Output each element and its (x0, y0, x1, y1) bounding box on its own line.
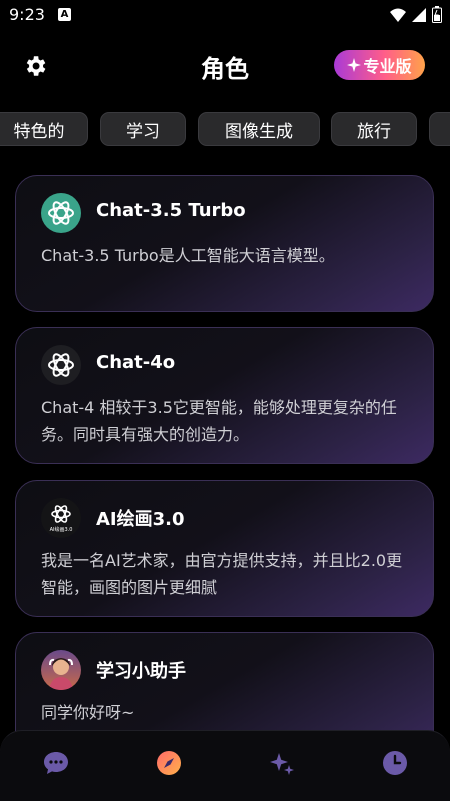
ai-painting-icon: AI绘画3.0 (41, 498, 81, 538)
openai-green-icon (41, 193, 81, 233)
status-time: 9:23 (9, 5, 45, 24)
tab-more[interactable] (429, 112, 450, 146)
ai-painting-icon-text: AI绘画3.0 (50, 526, 73, 533)
card-description: 同学你好呀~ (41, 703, 135, 722)
card-description: Chat-4 相较于3.5它更智能，能够处理更复杂的任务。同时具有强大的创造力。 (41, 398, 397, 444)
card-title: 学习小助手 (96, 661, 186, 682)
pro-button[interactable]: 专业版 (334, 50, 425, 80)
tab-image-generation[interactable]: 图像生成 (198, 112, 320, 146)
sparkles-icon[interactable] (268, 749, 296, 777)
card-title: Chat-3.5 Turbo (96, 200, 246, 221)
card-description: 我是一名AI艺术家，由官方提供支持，并且比2.0更智能，画图的图片更细腻 (41, 551, 403, 597)
wifi-icon (390, 8, 406, 22)
notification-icon: A (58, 8, 71, 21)
category-tabs: 特色的 学习 图像生成 旅行 (0, 112, 450, 148)
role-card-chat35[interactable]: Chat-3.5 Turbo Chat-3.5 Turbo是人工智能大语言模型。 (15, 175, 434, 312)
signal-icon (412, 7, 426, 22)
clock-icon[interactable] (381, 749, 409, 777)
status-bar: 9:23 A (0, 0, 450, 32)
tab-label: 旅行 (357, 121, 391, 142)
tab-label: 学习 (126, 121, 160, 142)
card-title: AI绘画3.0 (96, 509, 185, 530)
tab-travel[interactable]: 旅行 (331, 112, 417, 146)
avatar-girl-icon (41, 650, 81, 690)
chat-bubble-icon[interactable] (42, 749, 70, 777)
role-card-chat4o[interactable]: Chat-4o Chat-4 相较于3.5它更智能，能够处理更复杂的任务。同时具… (15, 327, 434, 464)
tab-featured[interactable]: 特色的 (0, 112, 88, 146)
compass-icon[interactable] (155, 749, 183, 777)
tab-label: 特色的 (13, 121, 65, 142)
sparkle-icon (347, 58, 362, 72)
openai-dark-icon (41, 345, 81, 385)
pro-label: 专业版 (363, 57, 412, 76)
role-card-ai-painting[interactable]: AI绘画3.0 AI绘画3.0 我是一名AI艺术家，由官方提供支持，并且比2.0… (15, 480, 434, 617)
status-icons (390, 6, 442, 23)
tab-label: 图像生成 (225, 121, 293, 142)
tab-study[interactable]: 学习 (100, 112, 186, 146)
card-title: Chat-4o (96, 352, 176, 373)
header: 角色 专业版 (0, 40, 450, 92)
card-description: Chat-3.5 Turbo是人工智能大语言模型。 (41, 246, 335, 265)
battery-icon (432, 6, 442, 23)
bottom-navigation (0, 730, 450, 801)
